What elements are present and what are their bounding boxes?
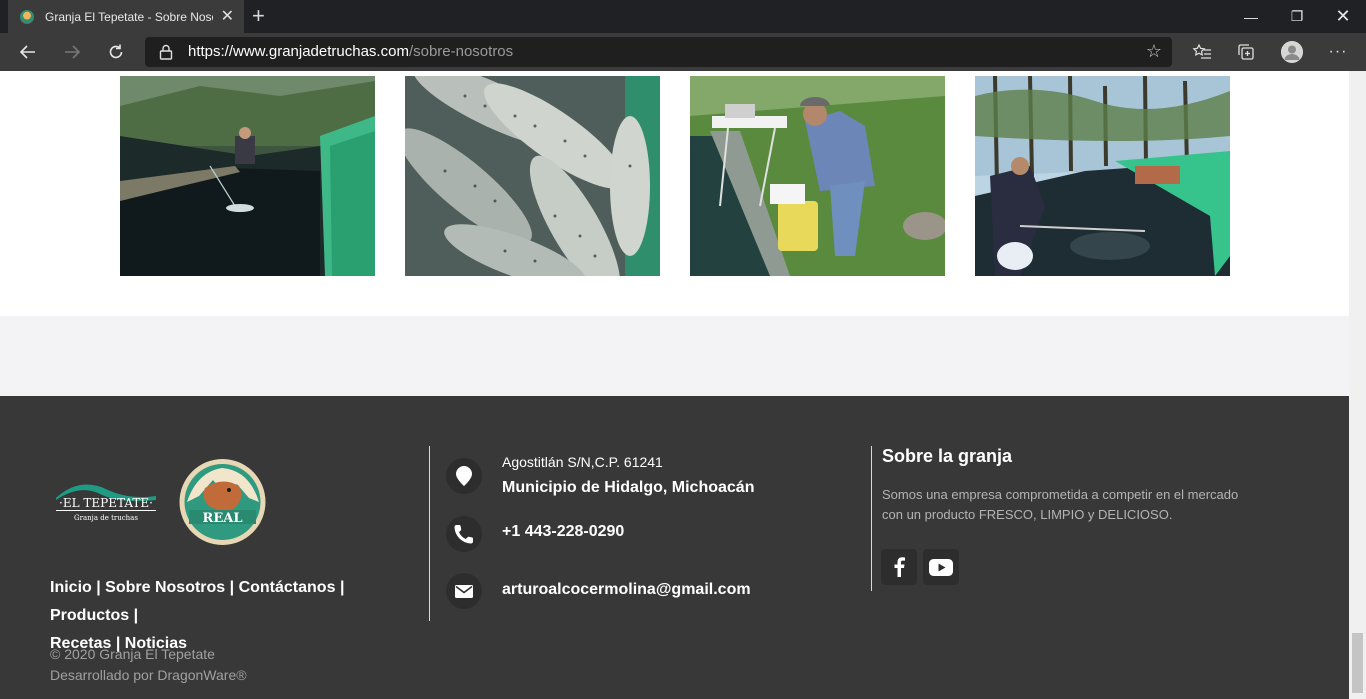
- forward-button[interactable]: [54, 33, 90, 71]
- logo-text-real: REAL: [203, 511, 243, 526]
- footer-link-sobre-nosotros[interactable]: Sobre Nosotros: [105, 579, 225, 596]
- email-address[interactable]: arturoalcocermolina@gmail.com: [502, 581, 751, 599]
- logo-text-granja: Granja de truchas: [74, 514, 138, 522]
- tab-close-icon[interactable]: ✕: [221, 8, 234, 25]
- about-text: Somos una empresa comprometida a competi…: [882, 487, 1239, 522]
- profile-icon[interactable]: [1281, 41, 1303, 63]
- footer-divider: [871, 446, 872, 591]
- footer-copyright-block: © 2020 Granja El Tepetate Desarrollado p…: [50, 644, 247, 686]
- new-tab-button[interactable]: +: [252, 4, 265, 28]
- page-content: ·EL TEPETATE· Granja de truchas REAL Ini…: [0, 71, 1349, 699]
- location-pin-icon: [446, 458, 482, 494]
- collections-icon[interactable]: [1236, 42, 1256, 62]
- lock-icon: [159, 44, 173, 60]
- youtube-button[interactable]: [923, 549, 959, 585]
- gallery-photo-4[interactable]: [975, 76, 1230, 276]
- email-icon: [446, 573, 482, 609]
- copyright-text: © 2020 Granja El Tepetate: [50, 646, 215, 662]
- gallery-photo-1[interactable]: [120, 76, 375, 276]
- url-host: https://www.granjadetruchas.com: [188, 43, 409, 60]
- footer-link-contactanos[interactable]: Contáctanos: [239, 579, 336, 596]
- link-separator: |: [96, 579, 101, 596]
- browser-tab-active[interactable]: Granja El Tepetate - Sobre Nosotros ✕: [8, 0, 244, 33]
- real-trucha-logo[interactable]: REAL: [177, 458, 268, 546]
- footer-divider: [429, 446, 430, 621]
- phone-icon: [446, 516, 482, 552]
- reload-icon: [109, 44, 123, 59]
- man-with-bucket-photo: [690, 76, 945, 276]
- site-footer: ·EL TEPETATE· Granja de truchas REAL Ini…: [0, 396, 1349, 699]
- footer-link-inicio[interactable]: Inicio: [50, 579, 92, 596]
- site-favicon-icon: [20, 9, 34, 24]
- about-title: Sobre la granja: [882, 446, 1013, 466]
- facebook-icon: [894, 557, 905, 577]
- address-bar[interactable]: https://www.granjadetruchas.com/sobre-no…: [145, 37, 1172, 67]
- favorites-icon[interactable]: [1192, 42, 1212, 62]
- address-line-1: Agostitlán S/N,C.P. 61241: [502, 454, 663, 470]
- phone-number[interactable]: +1 443-228-0290: [502, 523, 624, 541]
- gallery-photo-3[interactable]: [690, 76, 945, 276]
- developer-credit: Desarrollado por DragonWare®: [50, 667, 247, 683]
- back-button[interactable]: [10, 33, 46, 71]
- spacer-band: [0, 316, 1349, 396]
- link-separator: |: [339, 579, 345, 596]
- window-close-button[interactable]: ✕: [1320, 0, 1366, 33]
- star-icon[interactable]: ☆: [1146, 41, 1162, 62]
- address-line-2: Municipio de Hidalgo, Michoacán: [502, 479, 755, 496]
- reload-button[interactable]: [98, 33, 134, 71]
- browser-toolbar: https://www.granjadetruchas.com/sobre-no…: [0, 33, 1366, 71]
- youtube-icon: [929, 558, 953, 576]
- browser-titlebar: Granja El Tepetate - Sobre Nosotros ✕ + …: [0, 0, 1366, 33]
- more-icon[interactable]: ···: [1328, 42, 1348, 62]
- gallery-photo-2[interactable]: [405, 76, 660, 276]
- el-tepetate-logo[interactable]: ·EL TEPETATE· Granja de truchas: [50, 476, 162, 526]
- pile-of-trout-photo: [405, 76, 660, 276]
- forward-icon: [65, 45, 81, 59]
- trout-pond-photo: [120, 76, 375, 276]
- logo-text-tepetate: ·EL TEPETATE·: [59, 496, 153, 510]
- facebook-button[interactable]: [881, 549, 917, 585]
- man-netting-fish-photo: [975, 76, 1230, 276]
- link-separator: |: [229, 579, 235, 596]
- link-separator: |: [133, 607, 139, 624]
- window-minimize-button[interactable]: —: [1228, 0, 1274, 33]
- url-text[interactable]: https://www.granjadetruchas.com/sobre-no…: [188, 43, 513, 60]
- tab-title: Granja El Tepetate - Sobre Nosotros: [45, 9, 213, 24]
- scrollbar-thumb[interactable]: [1352, 633, 1363, 693]
- back-icon: [19, 45, 35, 59]
- window-maximize-button[interactable]: ❐: [1274, 0, 1320, 33]
- footer-link-productos[interactable]: Productos: [50, 607, 129, 624]
- page-scrollbar[interactable]: [1349, 71, 1366, 699]
- url-path: /sobre-nosotros: [408, 43, 514, 60]
